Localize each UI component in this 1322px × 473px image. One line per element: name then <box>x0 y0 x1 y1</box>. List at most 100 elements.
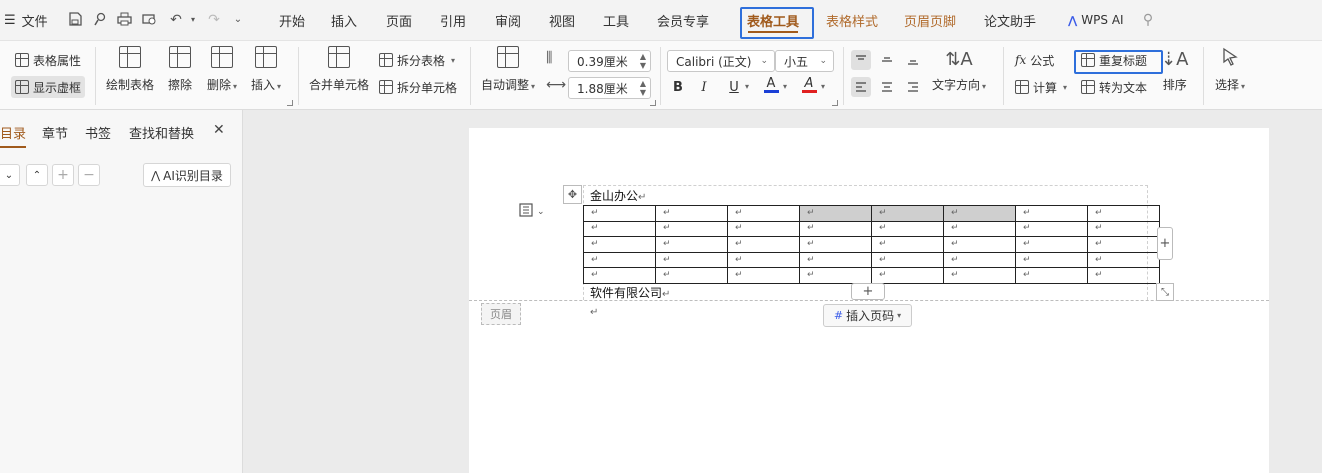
align-left-button[interactable] <box>851 77 871 97</box>
table-cell[interactable]: ↵ <box>943 220 1016 238</box>
formula-button[interactable]: fx 公式 <box>1015 49 1054 71</box>
nav-tab-sections[interactable]: 章节 <box>42 123 68 142</box>
font-size-select[interactable]: 小五 ⌄ <box>775 50 834 72</box>
align-right-button[interactable] <box>903 77 923 97</box>
table-cell[interactable]: ↵ <box>655 236 728 253</box>
header-text-line[interactable]: 金山办公↵ <box>590 187 646 204</box>
table-cell[interactable]: ↵ <box>943 251 1016 269</box>
remove-heading-button[interactable]: − <box>78 164 100 186</box>
tab-reference[interactable]: 引用 <box>431 0 475 40</box>
table-cell[interactable]: ↵ <box>727 236 800 253</box>
table-cell[interactable]: ↵ <box>655 251 728 269</box>
table-cell[interactable]: ↵ <box>1015 236 1088 253</box>
chevron-down-icon[interactable]: ▾ <box>783 82 787 91</box>
align-middle-button[interactable] <box>877 50 897 70</box>
ai-toc-button[interactable]: ⋀ AI识别目录 <box>143 163 231 187</box>
calculate-button[interactable]: 计算 ▾ <box>1015 76 1067 98</box>
table-cell[interactable]: ↵ <box>583 267 656 284</box>
add-row-button[interactable]: + <box>851 283 885 300</box>
table-cell[interactable]: ↵ <box>583 220 656 238</box>
chevron-down-icon[interactable]: ▾ <box>821 82 825 91</box>
auto-fit-button[interactable]: 自动调整 ▾ <box>481 45 535 105</box>
chevron-down-icon[interactable]: ▾ <box>745 82 749 91</box>
search-icon[interactable]: ⚲ <box>1140 12 1156 28</box>
word-table[interactable]: ↵ ↵ ↵ ↵ ↵ ↵ ↵ ↵ ↵ ↵ ↵ ↵ ↵ ↵ ↵ ↵ ↵ ↵ ↵ ↵ ↵ ↵ ↵ ↵ ↵ ↵ ↵ ↵ ↵ ↵ ↵ ↵ ↵ ↵ ↵ ↵ ↵ ↵ ↵ ↵ <box>583 205 1160 284</box>
convert-to-text-button[interactable]: 转为文本 <box>1081 76 1147 98</box>
redo-icon[interactable]: ↷ <box>206 12 222 28</box>
table-cell[interactable]: ↵ <box>871 236 944 253</box>
tab-tools[interactable]: 工具 <box>594 0 638 40</box>
tab-table-style[interactable]: 表格样式 <box>819 0 885 40</box>
file-menu[interactable]: ☰ 文件 <box>4 0 48 40</box>
column-width-input[interactable]: 1.88厘米 ▲ ▼ <box>568 77 651 99</box>
dialog-launcher-icon[interactable] <box>287 100 293 106</box>
table-resize-handle[interactable]: ⤡ <box>1156 283 1174 301</box>
table-cell[interactable]: ↵ <box>727 205 800 222</box>
print-preview-icon[interactable] <box>141 12 157 28</box>
table-cell[interactable]: ↵ <box>583 251 656 269</box>
add-heading-button[interactable]: + <box>52 164 74 186</box>
table-cell[interactable]: ↵ <box>655 220 728 238</box>
tab-header-footer[interactable]: 页眉页脚 <box>897 0 963 40</box>
table-cell[interactable]: ↵ <box>583 205 656 222</box>
add-column-button[interactable]: + <box>1157 227 1173 260</box>
table-cell[interactable]: ↵ <box>871 267 944 284</box>
close-icon[interactable]: ✕ <box>213 122 225 138</box>
table-cell[interactable]: ↵ <box>799 205 872 222</box>
merge-cells-button[interactable]: 合并单元格 <box>309 45 369 105</box>
italic-button[interactable]: I <box>694 77 714 97</box>
select-button[interactable]: 选择 ▾ <box>1215 45 1245 105</box>
show-gridlines-button[interactable]: 显示虚框 <box>11 76 86 98</box>
undo-dropdown-icon[interactable]: ▾ <box>185 12 201 28</box>
dialog-launcher-icon[interactable] <box>832 100 838 106</box>
tab-insert[interactable]: 插入 <box>322 0 366 40</box>
collapse-up-button[interactable]: ⌃ <box>26 164 48 186</box>
table-cell[interactable]: ↵ <box>943 205 1016 222</box>
align-center-button[interactable] <box>877 77 897 97</box>
dialog-launcher-icon[interactable] <box>650 100 656 106</box>
tab-member[interactable]: 会员专享 <box>650 0 716 40</box>
tab-paper-assistant[interactable]: 论文助手 <box>977 0 1043 40</box>
text-direction-button[interactable]: ⇅A 文字方向 ▾ <box>932 45 986 105</box>
table-cell[interactable]: ↵ <box>655 267 728 284</box>
table-cell[interactable]: ↵ <box>871 251 944 269</box>
insert-page-number-button[interactable]: # 插入页码 ▾ <box>823 304 912 327</box>
wps-ai-button[interactable]: ⋀ WPS AI <box>1068 0 1124 40</box>
table-cell[interactable]: ↵ <box>727 220 800 238</box>
erase-button[interactable]: 擦除 <box>168 45 192 105</box>
table-side-control[interactable]: ⌄ <box>519 203 545 220</box>
tab-review[interactable]: 审阅 <box>486 0 530 40</box>
print-icon[interactable] <box>116 12 132 28</box>
table-cell[interactable]: ↵ <box>1015 205 1088 222</box>
table-properties-button[interactable]: 表格属性 <box>15 49 81 71</box>
align-top-button[interactable] <box>851 50 871 70</box>
split-table-button[interactable]: 拆分表格 ▾ <box>379 49 455 71</box>
table-cell[interactable]: ↵ <box>799 251 872 269</box>
font-color-button[interactable]: A <box>761 75 781 95</box>
save-icon[interactable] <box>67 12 83 28</box>
nav-tab-find-replace[interactable]: 查找和替换 <box>129 123 194 142</box>
insert-button[interactable]: 插入 ▾ <box>251 45 281 105</box>
table-cell[interactable]: ↵ <box>799 267 872 284</box>
align-bottom-button[interactable] <box>903 50 923 70</box>
split-cells-button[interactable]: 拆分单元格 <box>379 76 457 98</box>
draw-table-button[interactable]: 绘制表格 <box>106 45 154 105</box>
spinner-arrows-icon[interactable]: ▲ ▼ <box>640 52 646 70</box>
table-cell[interactable]: ↵ <box>943 236 1016 253</box>
collapse-down-button[interactable]: ⌄ <box>0 164 20 186</box>
table-move-handle[interactable]: ✥ <box>563 185 582 204</box>
nav-tab-toc[interactable]: 目录 <box>0 123 27 148</box>
table-cell[interactable]: ↵ <box>943 267 1016 284</box>
spinner-arrows-icon[interactable]: ▲ ▼ <box>640 79 646 97</box>
underline-button[interactable]: U <box>724 77 744 97</box>
font-name-select[interactable]: Calibri (正文) ⌄ <box>667 50 775 72</box>
table-cell[interactable]: ↵ <box>1087 220 1160 238</box>
table-cell[interactable]: ↵ <box>1087 205 1160 222</box>
table-cell[interactable]: ↵ <box>1087 236 1160 253</box>
brush-icon[interactable] <box>92 12 108 28</box>
tab-home[interactable]: 开始 <box>270 0 314 40</box>
nav-tab-bookmarks[interactable]: 书签 <box>85 123 111 142</box>
table-cell[interactable]: ↵ <box>655 205 728 222</box>
tab-view[interactable]: 视图 <box>540 0 584 40</box>
tab-page[interactable]: 页面 <box>377 0 421 40</box>
